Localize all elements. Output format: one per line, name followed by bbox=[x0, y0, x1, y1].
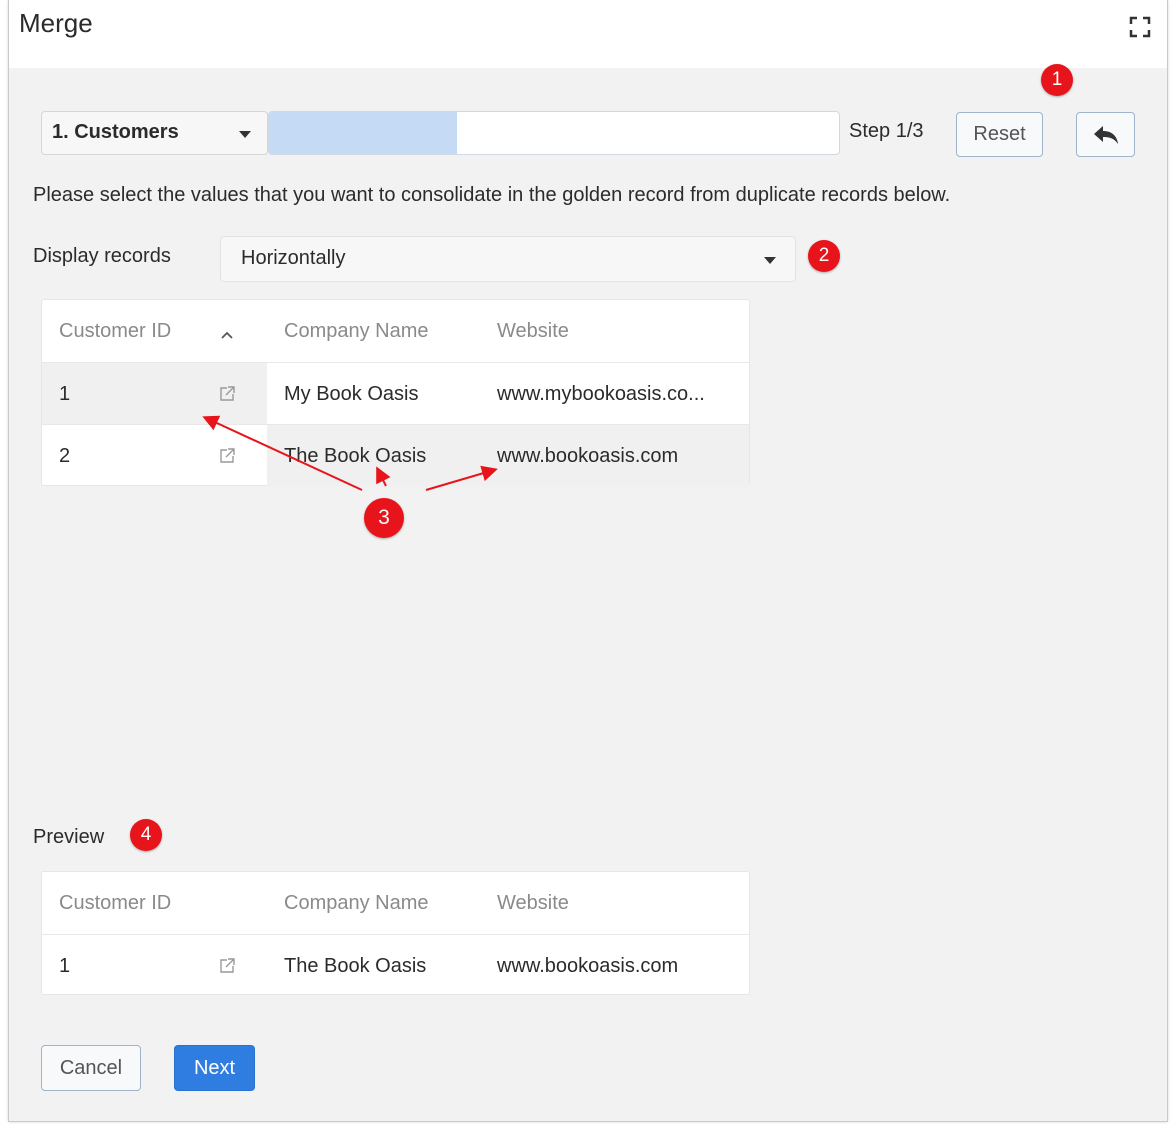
title-bar: Merge bbox=[9, 0, 1167, 68]
next-button[interactable]: Next bbox=[174, 1045, 255, 1091]
records-table: Customer ID Company Name Website 1 My Bo… bbox=[41, 299, 750, 487]
column-header-website: Website bbox=[497, 891, 569, 914]
display-records-label: Display records bbox=[33, 245, 171, 267]
column-header-customer-id: Customer ID bbox=[59, 891, 172, 914]
table-row[interactable]: 2 The Book Oasis www.bookoasis.com bbox=[42, 424, 749, 487]
column-header-company-name[interactable]: Company Name bbox=[284, 300, 484, 362]
company-name-cell: The Book Oasis bbox=[284, 954, 427, 977]
display-records-value: Horizontally bbox=[241, 247, 346, 269]
annotation-marker: 2 bbox=[808, 240, 840, 272]
table-row: 1 The Book Oasis www.bookoasis.com bbox=[42, 934, 749, 997]
cancel-button[interactable]: Cancel bbox=[41, 1045, 141, 1091]
website-cell: www.bookoasis.com bbox=[497, 954, 679, 977]
annotation-marker: 4 bbox=[130, 819, 162, 851]
entity-select-value: 1. Customers bbox=[52, 121, 179, 143]
entity-select[interactable]: 1. Customers bbox=[41, 111, 268, 155]
progress-fill bbox=[269, 112, 458, 154]
external-link-icon[interactable] bbox=[218, 447, 236, 465]
back-button[interactable] bbox=[1076, 112, 1135, 157]
table-row[interactable]: 1 My Book Oasis www.mybookoasis.co... bbox=[42, 362, 749, 425]
customer-id-cell: 1 bbox=[59, 954, 71, 977]
annotation-marker: 1 bbox=[1041, 64, 1073, 96]
step-progress-bar bbox=[268, 111, 840, 155]
table-header: Customer ID Company Name Website bbox=[42, 300, 749, 362]
step-indicator: Step 1/3 bbox=[849, 120, 924, 142]
display-records-select[interactable]: Horizontally bbox=[220, 236, 796, 282]
column-header-company-name: Company Name bbox=[284, 891, 429, 914]
website-cell[interactable]: www.mybookoasis.co... bbox=[480, 363, 749, 425]
column-header-website[interactable]: Website bbox=[497, 300, 737, 362]
table-header: Customer ID Company Name Website bbox=[42, 872, 749, 934]
company-name-cell[interactable]: My Book Oasis bbox=[267, 363, 480, 425]
preview-table: Customer ID Company Name Website 1 The B… bbox=[41, 871, 750, 995]
dialog-title: Merge bbox=[19, 8, 93, 38]
sort-ascending-icon[interactable] bbox=[220, 330, 234, 340]
annotation-marker: 3 bbox=[364, 498, 404, 538]
external-link-icon[interactable] bbox=[218, 957, 236, 975]
company-name-cell[interactable]: The Book Oasis bbox=[267, 425, 480, 487]
column-header-customer-id[interactable]: Customer ID bbox=[59, 300, 209, 362]
maximize-icon[interactable] bbox=[1129, 16, 1151, 38]
chevron-down-icon bbox=[764, 257, 776, 264]
instructions-text: Please select the values that you want t… bbox=[33, 184, 951, 206]
reply-arrow-icon bbox=[1093, 125, 1118, 144]
preview-label: Preview bbox=[33, 826, 105, 848]
reset-button[interactable]: Reset bbox=[956, 112, 1043, 157]
external-link-icon[interactable] bbox=[218, 385, 236, 403]
website-cell[interactable]: www.bookoasis.com bbox=[480, 425, 749, 487]
chevron-down-icon bbox=[239, 131, 251, 138]
